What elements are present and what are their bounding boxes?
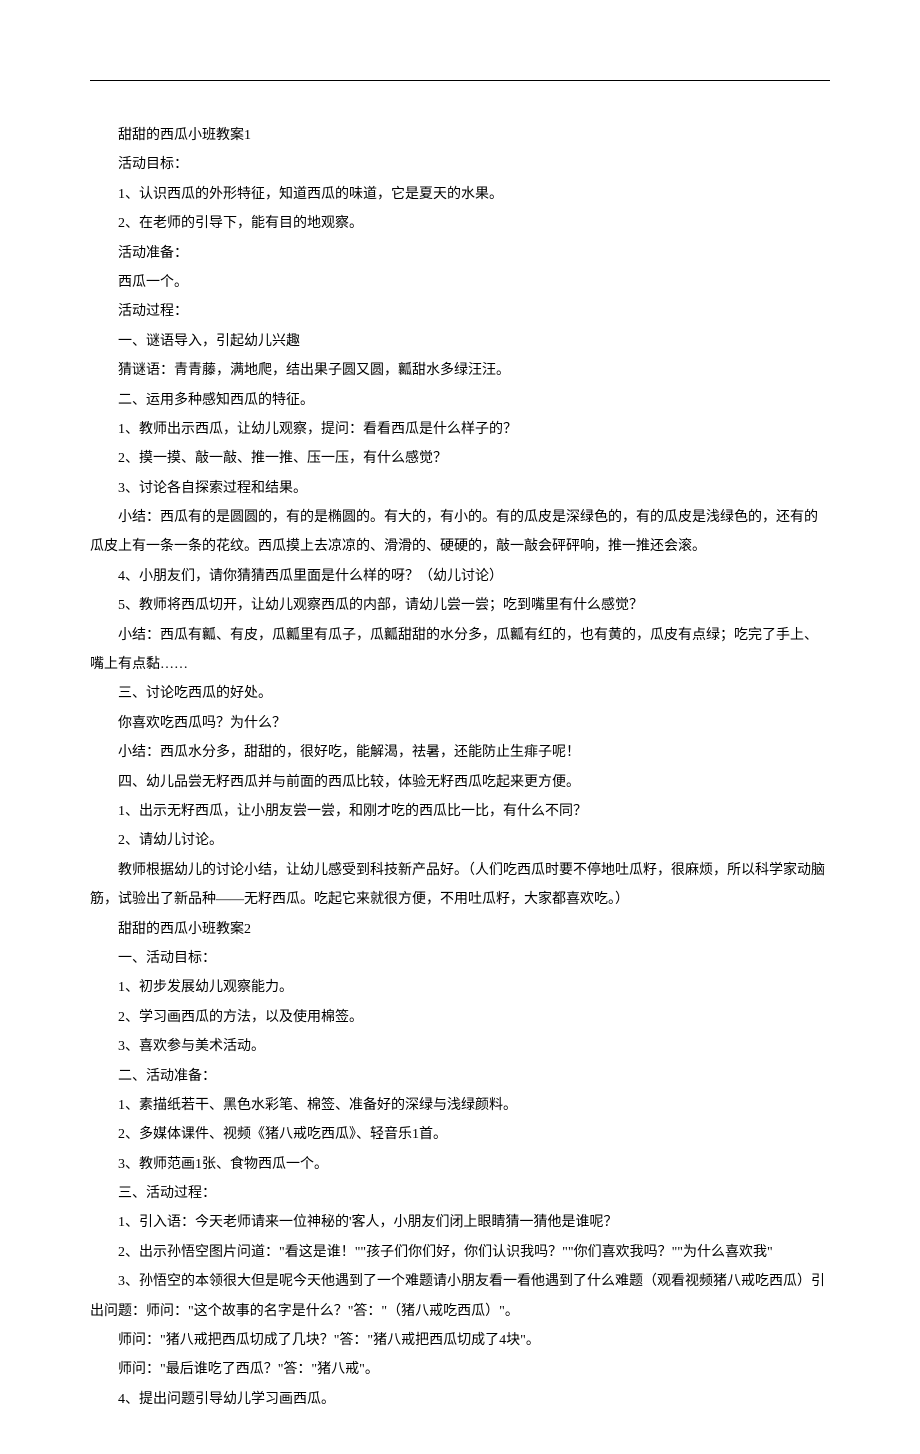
paragraph: 3、教师范画1张、食物西瓜一个。 [90, 1150, 830, 1179]
paragraph: 一、活动目标： [90, 944, 830, 973]
paragraph: 活动目标： [90, 150, 830, 179]
paragraph: 2、在老师的引导下，能有目的地观察。 [90, 209, 830, 238]
paragraph: 一、谜语导入，引起幼儿兴趣 [90, 327, 830, 356]
paragraph: 1、出示无籽西瓜，让小朋友尝一尝，和刚才吃的西瓜比一比，有什么不同？ [90, 797, 830, 826]
paragraph: 三、活动过程： [90, 1179, 830, 1208]
paragraph: 小结：西瓜有瓤、有皮，瓜瓤里有瓜子，瓜瓤甜甜的水分多，瓜瓤有红的，也有黄的，瓜皮… [90, 621, 830, 680]
paragraph: 3、喜欢参与美术活动。 [90, 1032, 830, 1061]
paragraph: 1、认识西瓜的外形特征，知道西瓜的味道，它是夏天的水果。 [90, 180, 830, 209]
paragraph: 师问："最后谁吃了西瓜？"答："猪八戒"。 [90, 1355, 830, 1384]
paragraph: 甜甜的西瓜小班教案1 [90, 121, 830, 150]
paragraph: 猜谜语：青青藤，满地爬，结出果子圆又圆，瓤甜水多绿汪汪。 [90, 356, 830, 385]
paragraph: 1、素描纸若干、黑色水彩笔、棉签、准备好的深绿与浅绿颜料。 [90, 1091, 830, 1120]
paragraph: 1、初步发展幼儿观察能力。 [90, 973, 830, 1002]
document-content: 甜甜的西瓜小班教案1活动目标：1、认识西瓜的外形特征，知道西瓜的味道，它是夏天的… [90, 121, 830, 1414]
paragraph: 2、出示孙悟空图片问道："看这是谁！""孩子们你们好，你们认识我吗？""你们喜欢… [90, 1238, 830, 1267]
paragraph: 2、摸一摸、敲一敲、推一推、压一压，有什么感觉？ [90, 444, 830, 473]
paragraph: 西瓜一个。 [90, 268, 830, 297]
paragraph: 3、孙悟空的本领很大但是呢今天他遇到了一个难题请小朋友看一看他遇到了什么难题（观… [90, 1267, 830, 1326]
paragraph: 2、学习画西瓜的方法，以及使用棉签。 [90, 1003, 830, 1032]
paragraph: 1、教师出示西瓜，让幼儿观察，提问：看看西瓜是什么样子的？ [90, 415, 830, 444]
paragraph: 活动过程： [90, 297, 830, 326]
paragraph: 甜甜的西瓜小班教案2 [90, 915, 830, 944]
paragraph: 3、讨论各自探索过程和结果。 [90, 474, 830, 503]
paragraph: 二、运用多种感知西瓜的特征。 [90, 386, 830, 415]
paragraph: 2、多媒体课件、视频《猪八戒吃西瓜》、轻音乐1首。 [90, 1120, 830, 1149]
paragraph: 活动准备： [90, 239, 830, 268]
paragraph: 小结：西瓜水分多，甜甜的，很好吃，能解渴，祛暑，还能防止生痱子呢！ [90, 738, 830, 767]
paragraph: 2、请幼儿讨论。 [90, 826, 830, 855]
paragraph: 四、幼儿品尝无籽西瓜并与前面的西瓜比较，体验无籽西瓜吃起来更方便。 [90, 768, 830, 797]
paragraph: 5、教师将西瓜切开，让幼儿观察西瓜的内部，请幼儿尝一尝；吃到嘴里有什么感觉？ [90, 591, 830, 620]
top-divider [90, 80, 830, 81]
paragraph: 4、小朋友们，请你猜猜西瓜里面是什么样的呀？（幼儿讨论） [90, 562, 830, 591]
paragraph: 教师根据幼儿的讨论小结，让幼儿感受到科技新产品好。（人们吃西瓜时要不停地吐瓜籽，… [90, 856, 830, 915]
paragraph: 4、提出问题引导幼儿学习画西瓜。 [90, 1385, 830, 1414]
paragraph: 1、引入语：今天老师请来一位神秘的'客人，小朋友们闭上眼睛猜一猜他是谁呢？ [90, 1208, 830, 1237]
paragraph: 小结：西瓜有的是圆圆的，有的是椭圆的。有大的，有小的。有的瓜皮是深绿色的，有的瓜… [90, 503, 830, 562]
paragraph: 三、讨论吃西瓜的好处。 [90, 679, 830, 708]
paragraph: 二、活动准备： [90, 1062, 830, 1091]
paragraph: 师问："猪八戒把西瓜切成了几块？"答："猪八戒把西瓜切成了4块"。 [90, 1326, 830, 1355]
paragraph: 你喜欢吃西瓜吗？为什么？ [90, 709, 830, 738]
